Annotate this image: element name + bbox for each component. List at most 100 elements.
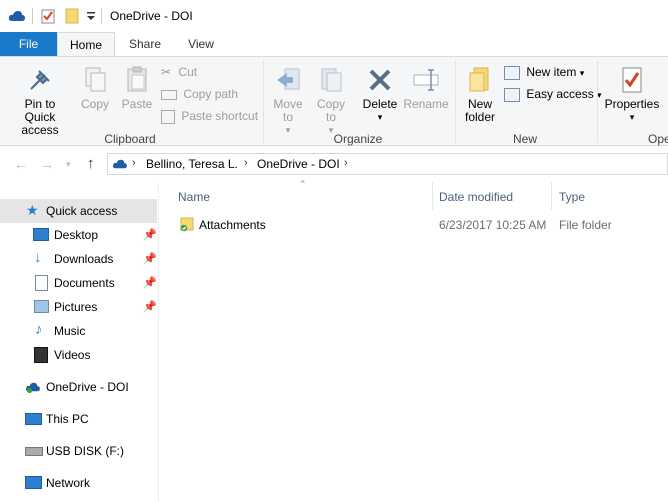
videos-icon xyxy=(34,347,48,363)
group-divider xyxy=(455,61,456,143)
scissors-icon: ✂ xyxy=(161,65,172,79)
paste-label: Paste xyxy=(121,97,153,111)
title-bar: OneDrive - DOI xyxy=(0,0,668,32)
column-divider[interactable] xyxy=(432,182,433,210)
customize-toolbar-icon[interactable] xyxy=(86,10,96,22)
copy-path-icon xyxy=(161,89,177,100)
column-header-name[interactable]: Name xyxy=(178,190,210,204)
breadcrumb-user[interactable]: Bellino, Teresa L. xyxy=(146,157,238,171)
column-header-type[interactable]: Type xyxy=(559,190,585,204)
pin-icon[interactable]: 📌 xyxy=(143,276,157,289)
move-to-icon xyxy=(277,68,300,90)
star-icon: ★ xyxy=(26,202,39,218)
copy-to-button[interactable]: Copy to ▾ xyxy=(311,65,351,137)
desktop-icon xyxy=(33,228,49,241)
pin-icon xyxy=(30,70,50,90)
new-folder-icon xyxy=(469,67,489,92)
back-arrow-icon[interactable]: ← xyxy=(14,156,28,172)
chevron-down-icon: ▾ xyxy=(579,68,585,78)
nav-item-onedrive[interactable]: OneDrive - DOI xyxy=(0,375,157,399)
navigation-pane: ★ Quick access Desktop 📌 ↓ Downloads 📌 D… xyxy=(0,182,159,502)
organize-group-label: Organize xyxy=(333,132,383,146)
nav-label: Pictures xyxy=(54,300,98,314)
nav-item-downloads[interactable]: ↓ Downloads 📌 xyxy=(0,247,157,271)
copy-label: Copy xyxy=(80,97,109,111)
documents-icon xyxy=(35,275,48,291)
nav-item-pictures[interactable]: Pictures 📌 xyxy=(0,295,157,319)
nav-item-network[interactable]: Network xyxy=(0,471,157,495)
cut-button[interactable]: ✂ Cut xyxy=(161,63,197,81)
nav-item-quick-access[interactable]: ★ Quick access xyxy=(0,199,157,223)
paste-button[interactable]: Paste xyxy=(118,65,156,111)
open-group-label: Ope xyxy=(648,132,668,146)
file-row[interactable]: Attachments 6/23/2017 10:25 AM File fold… xyxy=(159,212,668,236)
rename-label: Rename xyxy=(403,97,449,111)
nav-item-music[interactable]: ♪ Music xyxy=(0,319,157,343)
column-divider[interactable] xyxy=(551,182,552,210)
nav-item-documents[interactable]: Documents 📌 xyxy=(0,271,157,295)
network-icon xyxy=(25,476,42,489)
nav-item-desktop[interactable]: Desktop 📌 xyxy=(0,223,157,247)
breadcrumb-onedrive[interactable]: OneDrive - DOI xyxy=(257,157,340,171)
column-header-date[interactable]: Date modified xyxy=(439,190,513,204)
properties-icon xyxy=(622,67,642,93)
pin-icon[interactable]: 📌 xyxy=(143,228,157,241)
nav-label: USB DISK (F:) xyxy=(46,444,125,458)
properties-label: Properties xyxy=(604,97,660,111)
onedrive-cloud-icon xyxy=(112,159,127,169)
up-arrow-icon[interactable]: ↑ xyxy=(87,155,95,172)
breadcrumb-chevron-icon[interactable]: › xyxy=(344,157,348,169)
nav-label: Documents xyxy=(54,276,115,290)
tab-file[interactable]: File xyxy=(0,32,57,57)
cut-label: Cut xyxy=(178,65,198,79)
group-divider xyxy=(597,61,598,143)
paste-shortcut-label: Paste shortcut xyxy=(181,109,259,123)
properties-button[interactable]: Properties ▾ xyxy=(602,65,662,124)
folder-icon xyxy=(180,217,194,232)
new-folder-button[interactable]: New folder xyxy=(458,65,502,124)
nav-item-videos[interactable]: Videos xyxy=(0,343,157,367)
nav-item-usb-disk[interactable]: USB DISK (F:) xyxy=(0,439,157,463)
properties-quick-icon[interactable] xyxy=(40,8,56,24)
nav-label: Quick access xyxy=(46,204,118,218)
rename-button[interactable]: Rename xyxy=(403,65,449,111)
nav-item-this-pc[interactable]: This PC xyxy=(0,407,157,431)
breadcrumb-chevron-icon[interactable]: › xyxy=(132,157,136,169)
easy-access-button[interactable]: Easy access ▾ xyxy=(504,85,602,103)
delete-button[interactable]: Delete ▾ xyxy=(358,65,402,124)
breadcrumb-chevron-icon[interactable]: › xyxy=(244,157,248,169)
new-group-label: New xyxy=(512,132,537,146)
new-item-label: New item xyxy=(526,65,577,79)
window-title: OneDrive - DOI xyxy=(110,9,193,23)
move-to-button[interactable]: Move to ▾ xyxy=(268,65,308,137)
pin-icon[interactable]: 📌 xyxy=(143,252,157,265)
new-folder-quick-icon[interactable] xyxy=(64,8,80,24)
forward-arrow-icon[interactable]: → xyxy=(40,156,54,172)
new-item-icon xyxy=(504,65,520,80)
address-bar[interactable]: › Bellino, Teresa L. › OneDrive - DOI › xyxy=(107,153,668,175)
copy-path-button[interactable]: Copy path xyxy=(161,85,238,103)
delete-x-icon xyxy=(369,69,391,91)
pin-to-quick-access-button[interactable]: Pin to Quick access xyxy=(4,65,76,137)
tab-share[interactable]: Share xyxy=(120,32,170,57)
sort-chevron-up-icon: ⌃ xyxy=(299,179,307,189)
nav-label: Videos xyxy=(54,348,91,362)
new-item-button[interactable]: New item ▾ xyxy=(504,63,584,81)
pin-icon[interactable]: 📌 xyxy=(143,300,157,313)
copy-button[interactable]: Copy xyxy=(78,65,112,111)
delete-label: Delete xyxy=(362,97,398,111)
nav-label: Desktop xyxy=(54,228,99,242)
clipboard-group-label: Clipboard xyxy=(104,132,156,146)
file-name: Attachments xyxy=(199,218,266,232)
tab-home[interactable]: Home xyxy=(57,32,115,57)
tab-view[interactable]: View xyxy=(176,32,226,57)
ribbon-tabs: File Home Share View xyxy=(0,32,668,57)
onedrive-cloud-icon[interactable] xyxy=(8,9,26,23)
music-note-icon: ♪ xyxy=(35,321,43,338)
computer-icon xyxy=(25,413,42,425)
easy-access-label: Easy access xyxy=(526,87,594,101)
paste-shortcut-button[interactable]: Paste shortcut xyxy=(161,107,258,125)
recent-locations-chevron-icon[interactable]: ▾ xyxy=(66,159,71,170)
onedrive-cloud-icon xyxy=(25,382,40,393)
nav-label: OneDrive - DOI xyxy=(46,380,129,394)
